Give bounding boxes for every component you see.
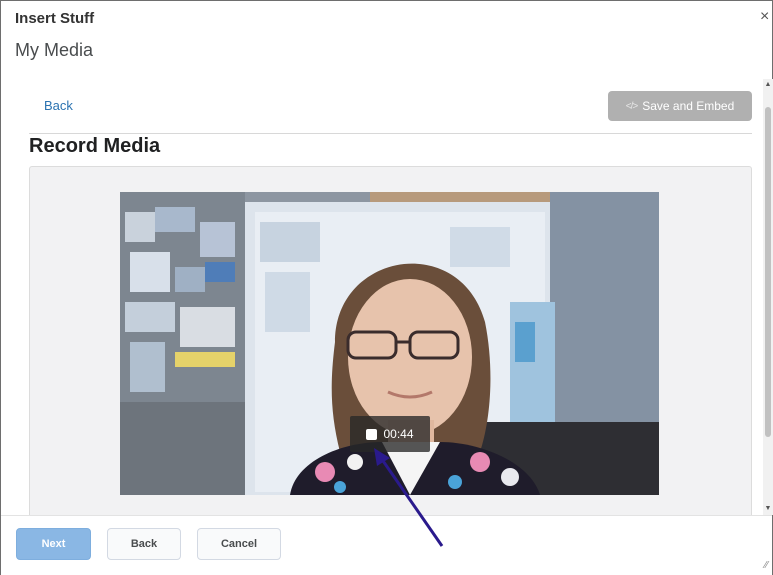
scroll-thumb[interactable] — [765, 107, 771, 437]
insert-stuff-dialog: Insert Stuff × My Media Back </> Save an… — [0, 0, 773, 575]
save-and-embed-button[interactable]: </> Save and Embed — [608, 91, 752, 121]
back-link[interactable]: Back — [44, 98, 73, 113]
dialog-footer: Next Back Cancel ⁄⁄ — [1, 515, 772, 575]
timer-value: 00:44 — [383, 427, 414, 441]
dialog-subtitle: My Media — [15, 40, 94, 60]
save-and-embed-label: Save and Embed — [642, 99, 735, 113]
close-icon[interactable]: × — [760, 9, 772, 25]
scroll-down-icon[interactable]: ▼ — [763, 503, 773, 515]
recording-timer[interactable]: 00:44 — [350, 416, 430, 452]
divider — [29, 133, 752, 134]
next-button[interactable]: Next — [16, 528, 91, 560]
resize-grip-icon[interactable]: ⁄⁄ — [765, 560, 768, 571]
scrollbar[interactable]: ▲ ▼ — [763, 79, 773, 515]
back-button[interactable]: Back — [107, 528, 181, 560]
code-icon: </> — [625, 100, 639, 112]
section-title: Record Media — [29, 135, 161, 157]
scroll-up-icon[interactable]: ▲ — [763, 79, 773, 91]
dialog-title: Insert Stuff — [15, 10, 95, 27]
cancel-button[interactable]: Cancel — [197, 528, 281, 560]
stop-icon[interactable] — [366, 428, 378, 440]
